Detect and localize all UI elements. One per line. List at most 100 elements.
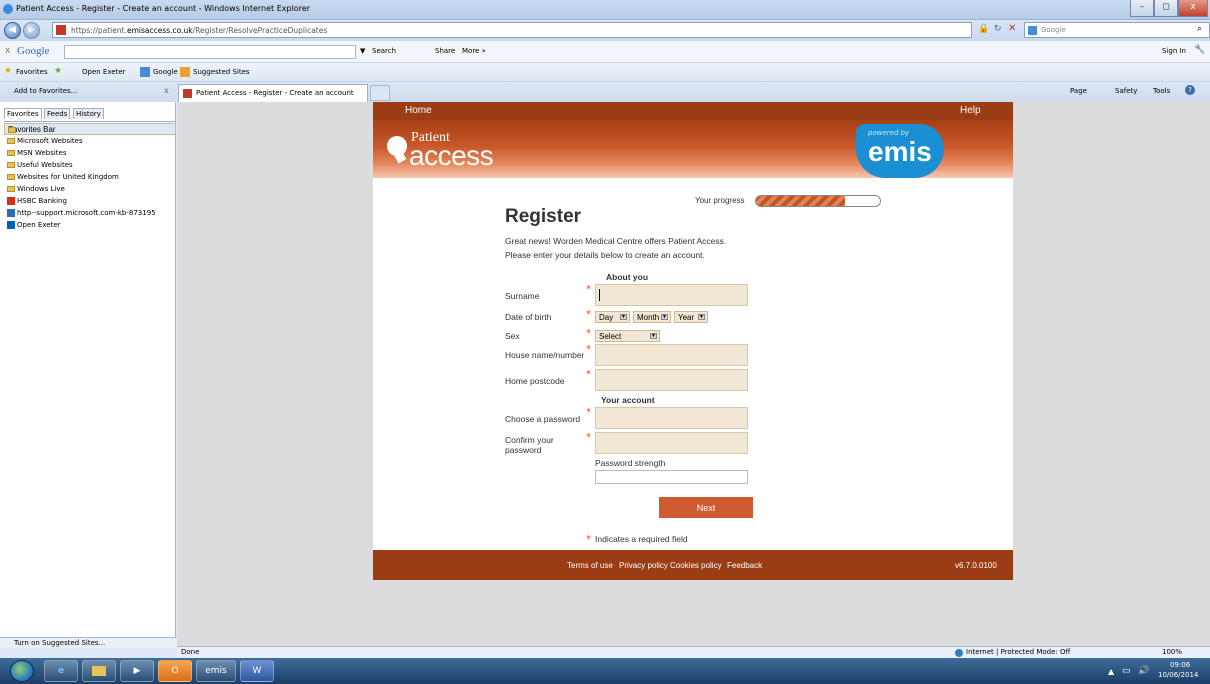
footer-feedback-link[interactable]: Feedback [727,561,762,570]
close-window-button[interactable]: x [1178,0,1208,17]
address-bar[interactable]: https://patient.emisaccess.co.uk/Registe… [52,22,972,38]
surname-input[interactable] [595,284,748,306]
refresh-icon[interactable]: ↻ [994,24,1002,34]
fav-item-uk[interactable]: Websites for United Kingdom [4,171,176,183]
page-menu[interactable]: Page [1070,87,1087,95]
new-tab-button[interactable] [370,85,390,101]
tools-menu[interactable]: Tools [1153,87,1170,95]
dob-year-select[interactable]: Year ▼ [674,311,708,323]
google-search-input[interactable] [64,45,356,59]
forward-icon[interactable]: ▶ [23,22,40,39]
emis-logo: emis [868,136,932,167]
fav-suggested-sites[interactable]: Suggested Sites [193,68,250,76]
security-zone[interactable]: Internet | Protected Mode: Off [966,647,1070,658]
password-strength-label: Password strength [595,458,666,468]
favorites-button[interactable]: Favorites [16,68,48,76]
password-input[interactable] [595,407,748,429]
emis-taskbar-icon[interactable]: emis [196,660,236,682]
confirm-password-input[interactable] [595,432,748,454]
emis-badge: powered by emis [856,124,944,178]
magnifier-icon[interactable]: ⌕ [1197,24,1202,34]
share-button[interactable]: Share [435,47,455,55]
intro-text-2: Please enter your details below to creat… [505,250,705,260]
nav-home[interactable]: Home [405,105,432,116]
footer-cookies-link[interactable]: Cookies policy [670,561,722,570]
fav-item-open-exeter[interactable]: Open Exeter [4,219,176,231]
clock-date[interactable]: 10/06/2014 [1158,671,1198,679]
minimize-button[interactable]: – [1130,0,1154,17]
pane-tab-history[interactable]: History [73,108,104,119]
search-field[interactable]: Google ⌕ [1024,22,1210,38]
zoom-level[interactable]: 100% [1162,647,1182,658]
dob-month-select[interactable]: Month ▼ [633,311,671,323]
fav-item-msn[interactable]: MSN Websites [4,147,176,159]
sign-in-link[interactable]: Sign In [1162,47,1186,55]
close-toolbar-icon[interactable]: x [5,46,10,56]
page-viewport: Home Help Patient access powered by emis… [177,102,1210,646]
explorer-taskbar-icon[interactable] [82,660,116,682]
window-title-bar: Patient Access - Register - Create an ac… [0,0,1210,20]
start-button[interactable] [10,660,34,682]
folder-icon [7,138,15,144]
fav-item-windows-live[interactable]: Windows Live [4,183,176,195]
surname-label: Surname [505,291,540,301]
maximize-button[interactable]: ◻ [1154,0,1178,17]
volume-icon[interactable]: 🔊 [1138,666,1149,676]
back-icon[interactable]: ◀ [4,22,21,39]
tab-patient-access[interactable]: Patient Access - Register - Create an ac… [178,84,368,102]
pane-tab-feeds[interactable]: Feeds [44,108,71,119]
word-taskbar-icon[interactable]: W [240,660,274,682]
show-hidden-icons[interactable]: ▲ [1108,667,1114,676]
fav-open-exeter[interactable]: Open Exeter [82,68,126,76]
clock-time[interactable]: 09:06 [1170,661,1190,669]
wrench-icon[interactable]: 🔧 [1194,45,1205,55]
next-button[interactable]: Next [659,497,753,518]
fav-item-hsbc[interactable]: HSBC Banking [4,195,176,207]
footer-privacy-link[interactable]: Privacy policy [619,561,668,570]
required-star: * [586,328,591,339]
media-player-taskbar-icon[interactable]: ▶ [120,660,154,682]
folder-icon [7,150,15,156]
required-star: * [586,407,591,418]
outlook-taskbar-icon[interactable]: O [158,660,192,682]
favorites-bar: ★ Favorites ★ Open Exeter Google Suggest… [0,63,1210,82]
patient-access-page: Home Help Patient access powered by emis… [373,102,1013,580]
more-button[interactable]: More » [462,47,486,55]
fav-item-useful[interactable]: Useful Websites [4,159,176,171]
tab-favicon [183,89,192,98]
suggested-sites-link[interactable]: Turn on Suggested Sites... [0,637,177,648]
lock-icon[interactable]: 🔒 [978,24,989,34]
fav-item-support[interactable]: http--support.microsoft.com-kb-873195 [4,207,176,219]
progress-label: Your progress [695,196,745,205]
house-input[interactable] [595,344,748,366]
fav-item-microsoft[interactable]: Microsoft Websites [4,135,176,147]
add-to-bar-icon[interactable]: ★ [54,66,62,76]
fav-item-favorites-bar[interactable]: Favorites Bar [4,123,176,135]
pane-tab-favorites[interactable]: Favorites [4,108,42,119]
stop-icon[interactable]: ✕ [1008,23,1016,34]
sex-select[interactable]: Select ▼ [595,330,660,342]
window-title: Patient Access - Register - Create an ac… [16,4,311,13]
safety-menu[interactable]: Safety [1115,87,1137,95]
fav-google[interactable]: Google [153,68,178,76]
required-star-legend: * [586,534,591,545]
footer-terms-link[interactable]: Terms of use [567,561,613,570]
add-to-favorites-button[interactable]: Add to Favorites... [14,87,77,95]
google-search-button[interactable]: Search [372,47,396,55]
site-favicon [56,25,66,35]
favorites-star-icon: ★ [4,66,13,76]
help-icon[interactable]: ? [1185,85,1195,95]
search-placeholder: Google [1041,26,1066,34]
nav-help[interactable]: Help [960,105,981,116]
required-star: * [586,432,591,443]
google-fav-icon [140,67,150,77]
google-search-icon [1028,26,1037,35]
address-row: ◀ ▶ https://patient.emisaccess.co.uk/Reg… [0,20,1210,41]
search-dropdown-icon[interactable]: ▼ [360,47,365,55]
dob-day-select[interactable]: Day ▼ [595,311,630,323]
ie-taskbar-icon[interactable]: e [44,660,78,682]
postcode-input[interactable] [595,369,748,391]
close-pane-icon[interactable]: x [164,86,169,95]
network-icon[interactable]: ▭ [1122,666,1131,676]
chevron-down-icon: ▼ [620,314,627,320]
